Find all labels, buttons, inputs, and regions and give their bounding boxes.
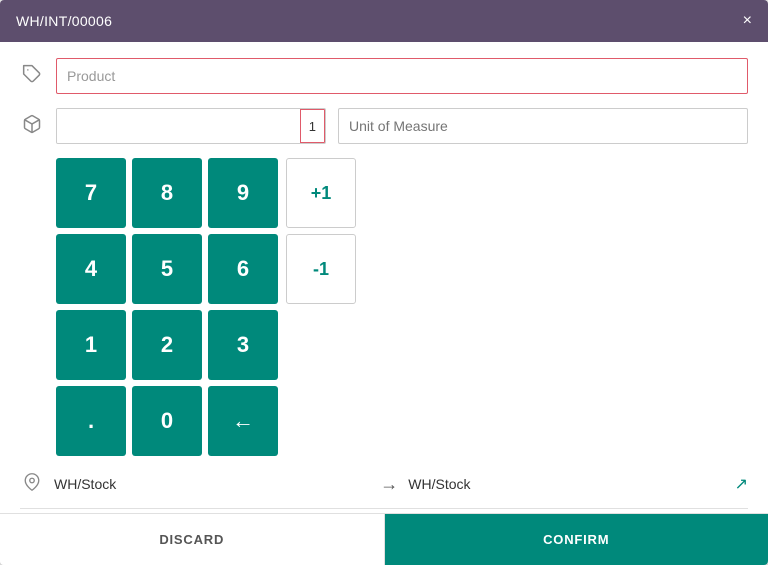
modal-header: WH/INT/00006 × [0,0,768,42]
key-2[interactable]: 2 [132,310,202,380]
qty-input[interactable] [57,109,300,143]
product-input[interactable] [56,58,748,94]
tag-icon [20,64,44,89]
modal-body: 1 7 8 9 4 5 6 1 2 3 . 0 ← [0,42,768,513]
location-to-input[interactable] [408,470,724,498]
keypad-main: 7 8 9 4 5 6 1 2 3 . 0 ← [56,158,278,456]
keypad-side: +1 -1 [286,158,356,456]
arrow-right-icon: → [380,474,398,495]
qty-badge: 1 [300,109,325,143]
key-5[interactable]: 5 [132,234,202,304]
discard-button[interactable]: DISCARD [0,514,385,565]
key-minus-one[interactable]: -1 [286,234,356,304]
modal-dialog: WH/INT/00006 × [0,0,768,565]
confirm-button[interactable]: CONFIRM [385,514,768,565]
key-3[interactable]: 3 [208,310,278,380]
key-6[interactable]: 6 [208,234,278,304]
modal-footer: DISCARD CONFIRM [0,513,768,565]
product-row [20,58,748,94]
key-dot[interactable]: . [56,386,126,456]
key-plus-one[interactable]: +1 [286,158,356,228]
location-pin-icon [20,473,44,496]
location-from-input[interactable] [54,470,370,498]
key-4[interactable]: 4 [56,234,126,304]
modal-title: WH/INT/00006 [16,13,112,29]
uom-input[interactable] [338,108,748,144]
location-row: → ↗ [20,470,748,509]
qty-field-wrap: 1 [56,108,326,144]
key-0[interactable]: 0 [132,386,202,456]
key-9[interactable]: 9 [208,158,278,228]
qty-uom-row: 1 [20,108,748,144]
key-8[interactable]: 8 [132,158,202,228]
keypad-container: 7 8 9 4 5 6 1 2 3 . 0 ← +1 -1 [56,158,748,456]
key-1[interactable]: 1 [56,310,126,380]
external-link-icon[interactable]: ↗ [735,474,748,494]
close-button[interactable]: × [743,13,752,29]
box-icon [20,114,44,139]
key-backspace[interactable]: ← [208,386,278,456]
key-7[interactable]: 7 [56,158,126,228]
